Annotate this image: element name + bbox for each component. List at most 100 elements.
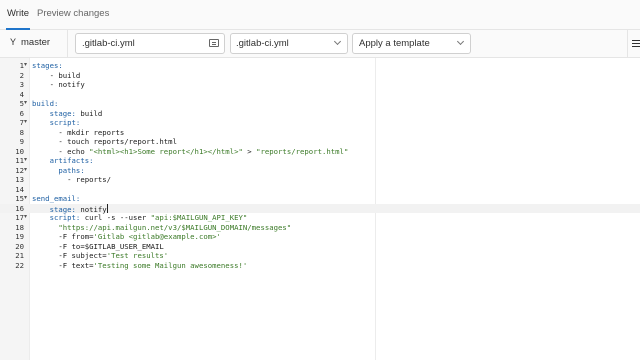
- line-number: 17: [15, 213, 24, 222]
- line-number: 2: [19, 70, 24, 80]
- code-token: -F from=: [32, 232, 94, 241]
- code-line[interactable]: 15 ▾ send_email:: [0, 194, 640, 204]
- code-token: curl -s --user: [80, 213, 151, 222]
- line-number: 6: [19, 108, 24, 118]
- line-number: 21: [15, 251, 24, 260]
- code-text: - notify: [32, 80, 85, 90]
- fold-toggle-icon[interactable]: ▾: [24, 194, 27, 204]
- yaml-key: paths:: [58, 165, 85, 175]
- code-editor[interactable]: 1 ▾ stages: 2 - build 3 - notify 4 5 ▾ build: 6 s…: [0, 58, 640, 360]
- code-token: >: [242, 146, 257, 156]
- template-type-value: .gitlab-ci.yml: [236, 38, 289, 49]
- line-number: 9: [19, 137, 24, 146]
- code-token: -F text=: [32, 260, 94, 270]
- string-literal: "reports/report.html": [256, 146, 349, 156]
- code-line[interactable]: 9 - touch reports/report.html: [0, 137, 640, 147]
- yaml-key: stage:: [49, 108, 76, 118]
- file-toolbar: Ymaster .gitlab-ci.yml .gitlab-ci.yml Ap…: [0, 30, 640, 58]
- code-text: -F to=$GITLAB_USER_EMAIL: [32, 241, 164, 252]
- code-text: -F from='Gitlab <gitlab@example.com>': [32, 232, 221, 242]
- code-line[interactable]: 10 - echo "<html><h1>Some report</h1></h…: [0, 147, 640, 157]
- code-token: -F subject=: [32, 251, 107, 260]
- code-line[interactable]: 20 -F to=$GITLAB_USER_EMAIL: [0, 242, 640, 252]
- code-text: - reports/: [32, 175, 111, 185]
- code-token: - reports/: [32, 175, 112, 184]
- branch-icon: Y: [10, 37, 17, 47]
- filename-value: .gitlab-ci.yml: [82, 38, 135, 49]
- code-token: - touch reports/report.html: [32, 137, 177, 146]
- code-line[interactable]: 13 - reports/: [0, 175, 640, 185]
- filename-input[interactable]: .gitlab-ci.yml: [75, 33, 225, 54]
- code-token: - build: [32, 70, 81, 80]
- code-token: - notify: [32, 80, 85, 89]
- yaml-key: artifacts:: [49, 156, 94, 165]
- code-token: -F to=$GITLAB_USER_EMAIL: [32, 241, 164, 251]
- code-line[interactable]: 6 stage: build: [0, 109, 640, 119]
- editor-tabs: Write Preview changes: [0, 0, 640, 30]
- code-text: paths:: [32, 165, 85, 176]
- code-line[interactable]: 12 ▾ paths:: [0, 166, 640, 176]
- code-token: - mkdir reports: [32, 127, 125, 137]
- text-cursor: [106, 203, 108, 213]
- code-line[interactable]: 16 stage: notify: [0, 203, 640, 214]
- code-line[interactable]: 5 ▾ build:: [0, 99, 640, 109]
- code-text: - echo "<html><h1>Some report</h1></html…: [32, 147, 348, 157]
- code-text: send_email:: [32, 194, 80, 204]
- code-line[interactable]: 7 ▾ script:: [0, 118, 640, 128]
- code-text: -F text='Testing some Mailgun awesomenes…: [32, 261, 247, 271]
- tab-preview-changes[interactable]: Preview changes: [37, 0, 109, 30]
- code-line[interactable]: 2 - build: [0, 71, 640, 81]
- fold-toggle-icon[interactable]: ▾: [24, 61, 27, 71]
- line-number: 11: [15, 156, 24, 165]
- code-text: stage: build: [32, 108, 103, 119]
- yaml-key: send_email:: [32, 194, 81, 203]
- line-number: 22: [15, 260, 24, 270]
- code-text: artifacts:: [32, 156, 94, 166]
- toolbar-divider: [627, 30, 628, 58]
- string-literal: "api:$MAILGUN_API_KEY": [150, 213, 248, 222]
- code-line[interactable]: 22 -F text='Testing some Mailgun awesome…: [0, 261, 640, 271]
- string-literal: 'Gitlab <gitlab@example.com>': [93, 232, 221, 241]
- fold-toggle-icon[interactable]: ▾: [24, 166, 27, 176]
- line-number: 8: [19, 127, 24, 137]
- code-line[interactable]: 11 ▾ artifacts:: [0, 156, 640, 166]
- code-text: - mkdir reports: [32, 128, 124, 138]
- code-line[interactable]: 17 ▾ script: curl -s --user "api:$MAILGUN…: [0, 213, 640, 223]
- code-token: - echo: [32, 146, 90, 156]
- code-line[interactable]: 14: [0, 185, 640, 195]
- fold-toggle-icon[interactable]: ▾: [24, 213, 27, 223]
- line-number: 15: [15, 194, 24, 203]
- code-line[interactable]: 3 - notify: [0, 80, 640, 90]
- chevron-down-icon: [333, 37, 342, 46]
- code-text: - build: [32, 70, 81, 81]
- fold-toggle-icon[interactable]: ▾: [24, 118, 27, 128]
- apply-template-dropdown[interactable]: Apply a template: [352, 33, 471, 54]
- line-number: 18: [15, 222, 24, 232]
- menu-icon[interactable]: [632, 40, 640, 48]
- code-line[interactable]: 4: [0, 90, 640, 100]
- branch-name: master: [21, 37, 51, 48]
- line-number: 7: [19, 118, 24, 127]
- tab-write[interactable]: Write: [6, 0, 30, 30]
- code-line[interactable]: 19 -F from='Gitlab <gitlab@example.com>': [0, 232, 640, 242]
- code-line[interactable]: 21 -F subject='Test results': [0, 251, 640, 261]
- code-line[interactable]: 18 "https://api.mailgun.net/v3/$MAILGUN_…: [0, 223, 640, 233]
- fold-toggle-icon[interactable]: ▾: [24, 99, 27, 109]
- template-type-dropdown[interactable]: .gitlab-ci.yml: [230, 33, 348, 54]
- line-number: 1: [19, 61, 24, 70]
- code-line[interactable]: 8 - mkdir reports: [0, 128, 640, 138]
- apply-template-label: Apply a template: [359, 38, 430, 49]
- code-line[interactable]: 1 ▾ stages:: [0, 61, 640, 71]
- fold-toggle-icon[interactable]: ▾: [24, 156, 27, 166]
- line-number: 16: [15, 203, 24, 213]
- yaml-key: stages:: [32, 61, 63, 70]
- line-number: 14: [15, 184, 24, 194]
- code-text: - touch reports/report.html: [32, 137, 177, 147]
- yaml-key: build:: [32, 99, 59, 108]
